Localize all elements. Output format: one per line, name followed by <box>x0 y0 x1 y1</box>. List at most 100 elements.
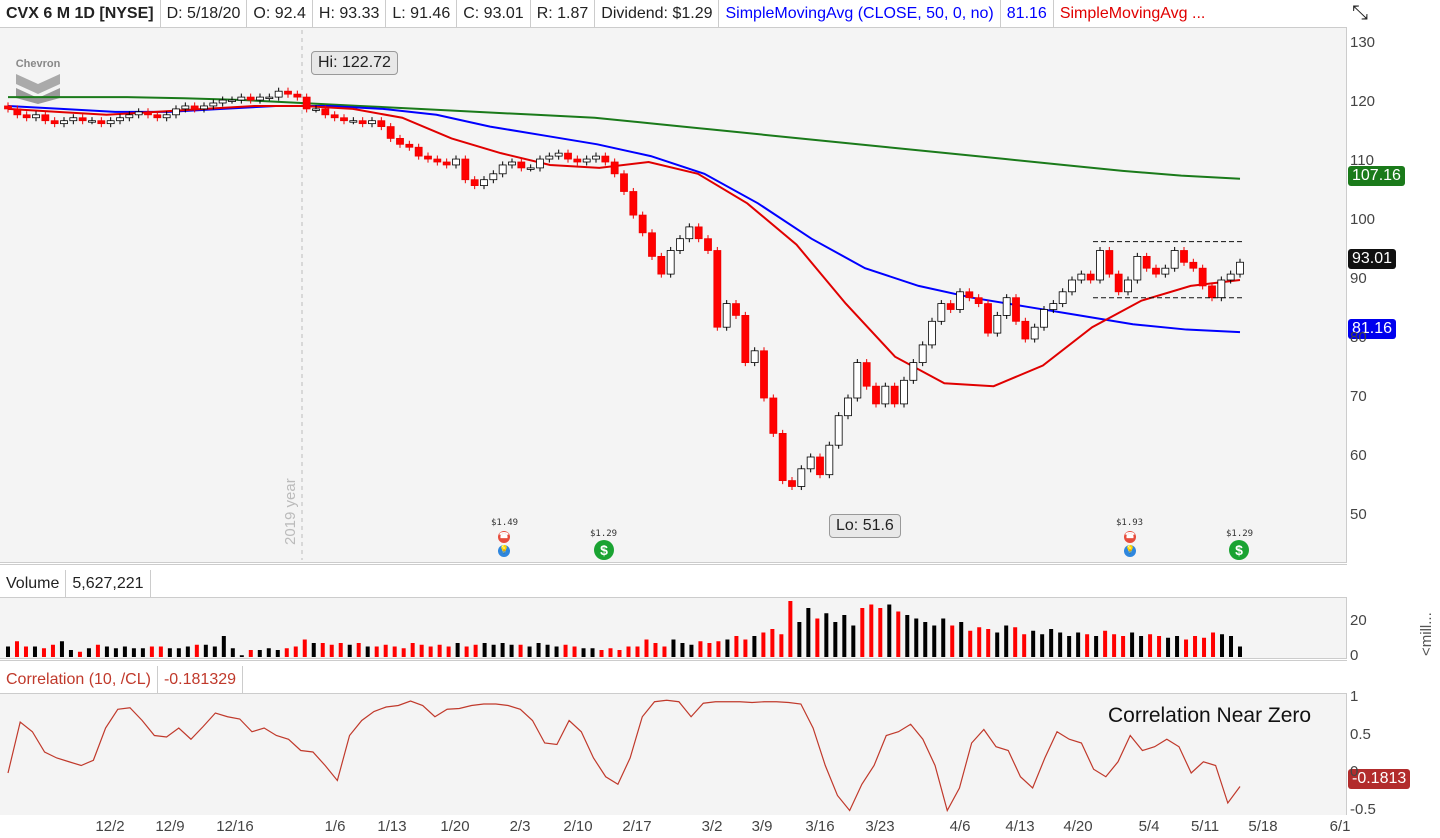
date-axis-tick: 4/6 <box>949 818 971 835</box>
candle <box>1208 285 1216 299</box>
date-axis-tick: 3/16 <box>805 818 835 835</box>
volume-bar <box>311 643 316 657</box>
volume-bar <box>41 648 46 657</box>
candle <box>1002 297 1011 316</box>
volume-bar <box>536 643 541 657</box>
candle <box>4 105 12 110</box>
candle <box>377 120 386 127</box>
candle <box>974 297 983 305</box>
dividend-dollar-icon[interactable]: $ <box>594 540 614 560</box>
candle <box>1189 261 1198 269</box>
volume-bar <box>761 632 766 657</box>
volume-bar <box>473 644 478 657</box>
candle <box>909 362 918 381</box>
candle <box>190 105 199 110</box>
candle <box>237 96 246 101</box>
candle <box>321 108 330 116</box>
volume-bar <box>23 646 28 657</box>
volume-bar <box>428 646 433 657</box>
volume-bar <box>1076 632 1081 657</box>
volume-bar <box>977 627 982 657</box>
candle <box>629 191 638 216</box>
candle <box>1040 309 1048 328</box>
candle <box>1217 279 1226 299</box>
correlation-note: Correlation Near Zero <box>1108 704 1312 727</box>
candle <box>246 96 255 101</box>
candle <box>788 480 796 487</box>
phone-icon[interactable]: ☎ <box>1124 531 1136 543</box>
candle <box>816 456 824 476</box>
candle <box>732 303 740 316</box>
volume-bar <box>1175 636 1180 657</box>
volume-bar <box>1238 646 1242 657</box>
volume-bar <box>905 615 910 657</box>
candle <box>657 255 666 275</box>
volume-bar <box>1058 632 1063 657</box>
dividend-amount: $1.29 <box>590 529 618 539</box>
volume-bar <box>194 644 199 657</box>
lightbulb-icon[interactable]: 💡 <box>1124 545 1136 557</box>
candle <box>134 111 143 116</box>
volume-bar <box>923 622 928 657</box>
volume-bar <box>1184 639 1189 657</box>
candle <box>312 108 320 111</box>
volume-bar <box>122 646 127 657</box>
volume-bar <box>788 601 793 657</box>
candle <box>106 120 115 125</box>
date-axis-tick: 2/17 <box>622 818 652 835</box>
lightbulb-icon[interactable]: 💡 <box>498 545 510 557</box>
volume-bar <box>698 641 703 657</box>
price-axis-tick: 110 <box>1350 152 1374 169</box>
volume-bar <box>860 608 865 657</box>
candle <box>60 120 68 125</box>
volume-bar <box>158 646 163 657</box>
volume-bar <box>356 643 361 657</box>
volume-bar <box>50 644 55 657</box>
candle <box>1180 250 1188 263</box>
volume-bar <box>275 650 280 657</box>
candle <box>1096 250 1104 281</box>
volume-bar <box>32 646 37 657</box>
candle <box>480 179 488 186</box>
candle <box>1086 273 1095 281</box>
candle <box>526 167 535 170</box>
phone-icon[interactable]: ☎ <box>498 531 510 543</box>
volume-bar <box>1202 637 1207 657</box>
price-axis-tick: 130 <box>1350 34 1376 51</box>
volume-bar <box>6 646 10 657</box>
volume-bar <box>248 650 253 657</box>
volume-bar <box>131 648 136 657</box>
last-price-tag: 93.01 <box>1348 249 1397 269</box>
volume-bar <box>806 608 811 657</box>
candle <box>508 161 516 166</box>
candle <box>302 96 311 110</box>
volume-bar <box>392 646 397 657</box>
correlation-axis-tick: -0.5 <box>1350 800 1376 818</box>
candle <box>1077 273 1086 281</box>
candle <box>676 238 684 251</box>
volume-bar <box>581 648 586 657</box>
candle <box>50 120 59 125</box>
volume-bar <box>1139 636 1144 657</box>
volume-bar <box>527 646 532 657</box>
candle <box>1030 326 1039 340</box>
volume-bar <box>230 648 235 657</box>
volume-bar <box>1157 636 1162 657</box>
correlation-axis-tick: 1 <box>1350 688 1359 705</box>
candle <box>881 385 890 405</box>
date-axis-tick: 1/13 <box>377 818 407 835</box>
dividend-dollar-icon[interactable]: $ <box>1229 540 1249 560</box>
dividend-amount: $1.93 <box>1116 518 1144 528</box>
candle <box>564 152 572 160</box>
volume-bar <box>680 643 685 657</box>
volume-bar <box>329 644 334 657</box>
low-callout: Lo: 51.6 <box>829 514 901 538</box>
candle <box>1142 255 1151 269</box>
candle <box>1021 320 1030 340</box>
volume-bar <box>716 641 721 657</box>
date-axis-tick: 1/6 <box>324 818 346 835</box>
volume-bar <box>914 618 919 657</box>
volume-bar <box>185 646 190 657</box>
volume-bar <box>374 646 379 657</box>
candle <box>78 117 87 122</box>
